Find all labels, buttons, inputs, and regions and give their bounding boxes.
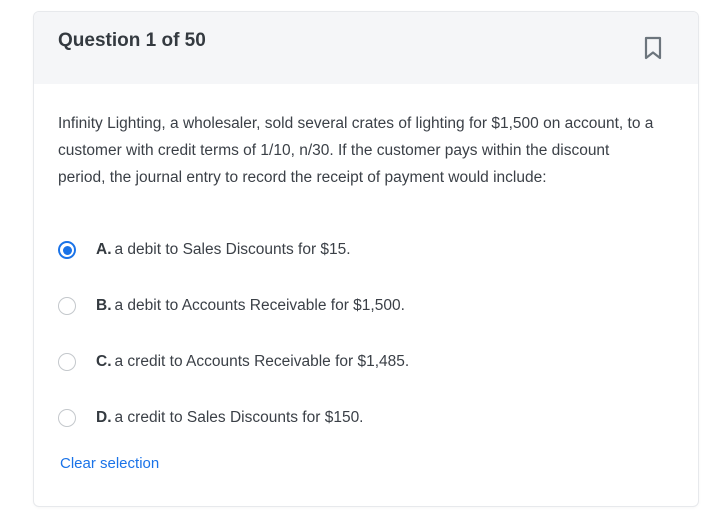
option-a[interactable]: A. a debit to Sales Discounts for $15. [58,237,351,263]
bookmark-icon [644,36,662,60]
option-b[interactable]: B. a debit to Accounts Receivable for $1… [58,293,405,319]
bookmark-button[interactable] [641,35,665,61]
option-d-letter: D. [96,409,112,426]
option-d-radio[interactable] [58,409,76,427]
option-b-letter: B. [96,297,112,314]
question-text: Infinity Lighting, a wholesaler, sold se… [58,115,654,186]
option-a-text: a debit to Sales Discounts for $15. [114,241,351,258]
option-d-text: a credit to Sales Discounts for $150. [114,409,364,426]
card-header: Question 1 of 50 [34,12,698,84]
question-counter-title: Question 1 of 50 [58,30,206,51]
option-c-radio[interactable] [58,353,76,371]
option-b-text: a debit to Accounts Receivable for $1,50… [114,297,405,314]
option-c[interactable]: C. a credit to Accounts Receivable for $… [58,349,409,375]
option-c-text: a credit to Accounts Receivable for $1,4… [114,353,410,370]
option-a-letter: A. [96,241,112,258]
radio-selected-dot [62,245,72,255]
option-b-radio[interactable] [58,297,76,315]
clear-selection-link[interactable]: Clear selection [60,455,159,472]
question-card: Question 1 of 50 Infinity Lighting, a wh… [33,11,699,507]
option-c-letter: C. [96,353,112,370]
option-a-radio[interactable] [58,241,76,259]
option-d[interactable]: D. a credit to Sales Discounts for $150. [58,405,364,431]
